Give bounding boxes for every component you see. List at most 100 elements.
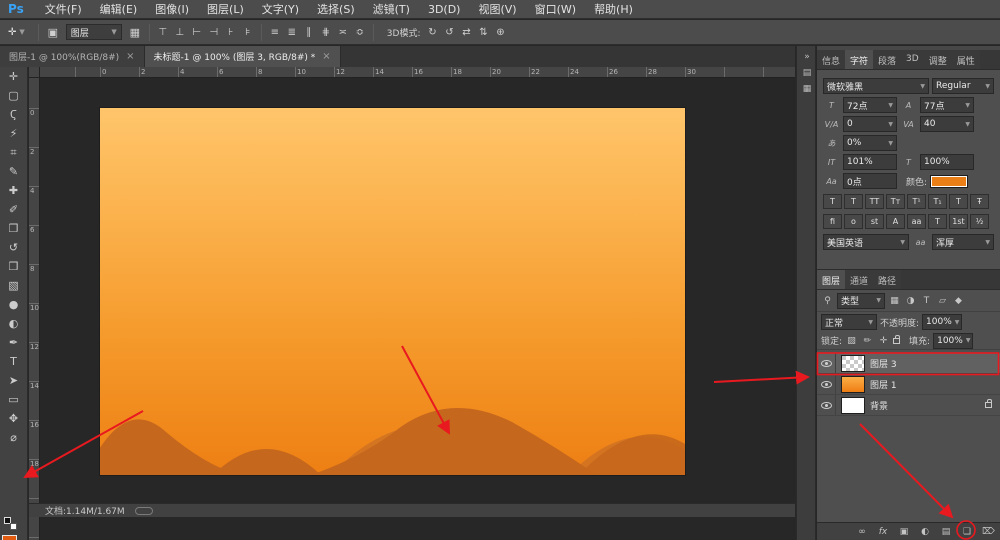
align-icon[interactable]: ⊣ bbox=[206, 27, 222, 38]
menu-item[interactable]: 帮助(H) bbox=[585, 1, 642, 17]
visibility-toggle[interactable] bbox=[821, 374, 836, 394]
tool-button[interactable]: ✐ bbox=[0, 200, 27, 219]
mode-icon[interactable]: ⊕ bbox=[492, 27, 508, 38]
text-style-button[interactable]: T bbox=[823, 194, 842, 209]
tool-button[interactable]: ↺ bbox=[0, 238, 27, 257]
font-style-select[interactable]: Regular▼ bbox=[932, 78, 994, 94]
filter-adjustment-icon[interactable]: ◑ bbox=[904, 296, 917, 306]
menu-item[interactable]: 编辑(E) bbox=[91, 1, 147, 17]
opentype-button[interactable]: ½ bbox=[970, 214, 989, 229]
tool-button[interactable]: ● bbox=[0, 295, 27, 314]
document-tab[interactable]: 图层-1 @ 100%(RGB/8#) × bbox=[0, 46, 145, 67]
tool-button[interactable]: ▢ bbox=[0, 86, 27, 105]
kerning-input[interactable]: 0▼ bbox=[843, 116, 897, 132]
distribute-icon[interactable]: ⋕ bbox=[318, 27, 334, 38]
opentype-button[interactable]: fi bbox=[823, 214, 842, 229]
link-layers-icon[interactable]: ∞ bbox=[856, 527, 868, 537]
menu-item[interactable]: 选择(S) bbox=[308, 1, 364, 17]
document-tab-active[interactable]: 未标题-1 @ 100% (图层 3, RGB/8#) * × bbox=[145, 46, 341, 67]
menu-item[interactable]: 3D(D) bbox=[419, 3, 470, 16]
menu-item[interactable]: 视图(V) bbox=[469, 1, 525, 17]
text-style-button[interactable]: T₁ bbox=[928, 194, 947, 209]
distribute-icon[interactable]: ≡ bbox=[267, 27, 283, 38]
menu-item[interactable]: 图像(I) bbox=[146, 1, 198, 17]
mode-icon[interactable]: ⇄ bbox=[458, 27, 474, 38]
tool-button[interactable]: ✒ bbox=[0, 333, 27, 352]
text-style-button[interactable]: T bbox=[844, 194, 863, 209]
panel-tab[interactable]: 段落 bbox=[873, 50, 901, 69]
vertical-scale-input[interactable]: 101% bbox=[843, 154, 897, 170]
font-size-input[interactable]: 72点▼ bbox=[843, 97, 897, 113]
opentype-button[interactable]: T bbox=[928, 214, 947, 229]
panel-tab[interactable]: 3D bbox=[901, 50, 924, 69]
tool-button[interactable]: ✛ bbox=[0, 67, 27, 86]
tool-button[interactable]: ✥ bbox=[0, 409, 27, 428]
panel-tab[interactable]: 图层 bbox=[817, 270, 845, 289]
align-icon[interactable]: ⊦ bbox=[223, 27, 239, 38]
text-style-button[interactable]: TT bbox=[865, 194, 884, 209]
auto-select-dropdown[interactable]: 图层 ▼ bbox=[66, 24, 122, 40]
current-tool-preset[interactable]: ✛ ▼ bbox=[0, 27, 33, 38]
menu-item[interactable]: 滤镜(T) bbox=[364, 1, 419, 17]
lock-position-icon[interactable]: ✛ bbox=[877, 336, 890, 346]
tool-button[interactable]: ✚ bbox=[0, 181, 27, 200]
language-select[interactable]: 美国英语▼ bbox=[823, 234, 909, 250]
tool-button[interactable]: Ϛ bbox=[0, 105, 27, 124]
leading-input[interactable]: 77点▼ bbox=[920, 97, 974, 113]
align-icon[interactable]: ⊢ bbox=[189, 27, 205, 38]
opentype-button[interactable]: st bbox=[865, 214, 884, 229]
vertical-ruler[interactable]: 024681012141618 bbox=[29, 78, 40, 540]
text-style-button[interactable]: Ŧ bbox=[970, 194, 989, 209]
distribute-icon[interactable]: ≎ bbox=[352, 27, 368, 38]
align-icon[interactable]: ⊥ bbox=[172, 27, 188, 38]
tool-button[interactable]: ✎ bbox=[0, 162, 27, 181]
filter-shape-icon[interactable]: ▱ bbox=[936, 296, 949, 306]
close-icon[interactable]: × bbox=[322, 51, 330, 62]
panel-tab[interactable]: 路径 bbox=[873, 270, 901, 289]
text-style-button[interactable]: T bbox=[949, 194, 968, 209]
tool-button[interactable]: ⚡ bbox=[0, 124, 27, 143]
filter-type-icon[interactable]: T bbox=[920, 296, 933, 306]
tool-button[interactable]: ▧ bbox=[0, 276, 27, 295]
lock-all-icon[interactable] bbox=[893, 338, 900, 344]
tool-button[interactable]: ❐ bbox=[0, 219, 27, 238]
opentype-button[interactable]: o bbox=[844, 214, 863, 229]
menu-item[interactable]: 文件(F) bbox=[36, 1, 91, 17]
opentype-button[interactable]: A bbox=[886, 214, 905, 229]
panel-tab[interactable]: 属性 bbox=[952, 50, 980, 69]
panel-tab[interactable]: 通道 bbox=[845, 270, 873, 289]
tool-button[interactable]: ◐ bbox=[0, 314, 27, 333]
filter-smart-object-icon[interactable]: ◆ bbox=[952, 296, 965, 306]
text-style-button[interactable]: Tᴛ bbox=[886, 194, 905, 209]
tool-button[interactable]: ▭ bbox=[0, 390, 27, 409]
tool-options-icon[interactable]: ▣ bbox=[44, 26, 62, 39]
distribute-icon[interactable]: ≣ bbox=[284, 27, 300, 38]
opentype-button[interactable]: 1st bbox=[949, 214, 968, 229]
filter-type-select[interactable]: 类型▼ bbox=[837, 293, 885, 309]
layer-style-icon[interactable]: fx bbox=[877, 527, 889, 537]
panel-shortcut-icon[interactable]: ▦ bbox=[797, 84, 817, 94]
mode-icon[interactable]: ⇅ bbox=[475, 27, 491, 38]
tool-button[interactable]: ⌀ bbox=[0, 428, 27, 447]
opentype-button[interactable]: aa bbox=[907, 214, 926, 229]
adjustment-layer-icon[interactable]: ◐ bbox=[919, 527, 931, 537]
visibility-toggle[interactable] bbox=[821, 353, 836, 373]
new-layer-icon[interactable]: ❏ bbox=[961, 527, 973, 537]
tool-button[interactable]: T bbox=[0, 352, 27, 371]
panel-shortcut-icon[interactable]: ▤ bbox=[797, 68, 817, 78]
mode-icon[interactable]: ↻ bbox=[424, 27, 440, 38]
document-canvas[interactable] bbox=[100, 108, 685, 475]
lock-transparency-icon[interactable]: ▨ bbox=[845, 336, 858, 346]
layer-mask-icon[interactable]: ▣ bbox=[898, 527, 910, 537]
panel-tab[interactable]: 字符 bbox=[845, 50, 873, 69]
lock-pixels-icon[interactable]: ✏ bbox=[861, 336, 874, 346]
tracking-input[interactable]: 40▼ bbox=[920, 116, 974, 132]
fill-input[interactable]: 100%▼ bbox=[933, 333, 973, 349]
layer-row[interactable]: 图层 1 bbox=[817, 374, 1000, 395]
menu-item[interactable]: 图层(L) bbox=[198, 1, 253, 17]
collapse-panels-icon[interactable]: » bbox=[797, 52, 817, 62]
layer-row[interactable]: 图层 3 bbox=[817, 353, 1000, 374]
menu-item[interactable]: 文字(Y) bbox=[253, 1, 308, 17]
mode-icon[interactable]: ↺ bbox=[441, 27, 457, 38]
tool-button[interactable]: ➤ bbox=[0, 371, 27, 390]
